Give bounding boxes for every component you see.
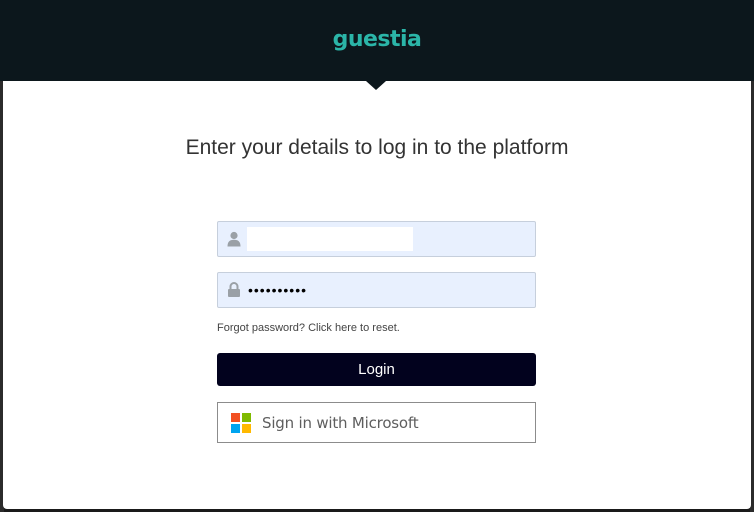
username-input[interactable] [247,227,413,251]
user-icon [227,231,241,247]
username-field[interactable] [217,221,536,257]
sign-in-microsoft-button[interactable]: Sign in with Microsoft [217,402,536,443]
microsoft-logo-icon [231,413,251,433]
forgot-password-link[interactable]: Forgot password? Click here to reset. [217,322,400,334]
login-button[interactable]: Login [217,353,536,386]
password-field[interactable] [217,272,536,308]
sign-in-microsoft-label: Sign in with Microsoft [262,414,419,432]
password-input[interactable] [246,278,510,302]
header-pointer [366,81,386,90]
header-bar: guestia [0,0,754,81]
lock-icon [228,282,240,297]
page-title: Enter your details to log in to the plat… [185,136,569,159]
guestia-logo: guestia [332,27,422,52]
